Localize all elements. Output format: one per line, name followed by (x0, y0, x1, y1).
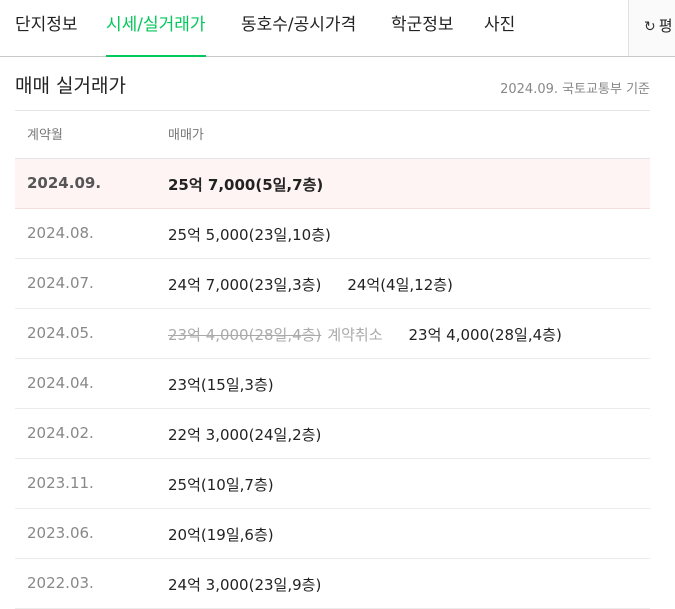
contract-month: 2024.02. (27, 424, 94, 442)
table-header: 계약월 매매가 (15, 111, 650, 159)
section-title: 매매 실거래가 (15, 75, 126, 97)
trade-price: 24억 7,000(23일,3층) (168, 276, 322, 294)
table-row: 2023.11. 25억(10일,7층) (15, 459, 650, 509)
trade-list: 22억 3,000(24일,2층) (168, 424, 347, 445)
table-row: 2024.09. 25억 7,000(5일,7층) (15, 159, 650, 209)
trade-list: 23억 4,000(28일,4층) 계약취소 23억 4,000(28일,4층) (168, 324, 588, 345)
trade-price: 23억 4,000(28일,4층) (408, 326, 562, 344)
contract-month: 2024.05. (27, 324, 94, 342)
contract-month: 2024.08. (27, 224, 94, 242)
trade-price: 25억 5,000(23일,10층) (168, 226, 331, 244)
trade-table: 계약월 매매가 2024.09. 25억 7,000(5일,7층) 2024.0… (15, 110, 650, 609)
trade-list: 25억(10일,7층) (168, 474, 300, 495)
contract-month: 2024.04. (27, 374, 94, 392)
trade-list: 25억 7,000(5일,7층) (168, 174, 349, 195)
header-price: 매매가 (168, 128, 204, 143)
contract-month: 2024.09. (27, 174, 102, 192)
header-month: 계약월 (27, 128, 63, 143)
trade-list: 23억(15일,3층) (168, 374, 300, 395)
table-row: 2023.06. 20억(19일,6층) (15, 509, 650, 559)
trade-list: 20억(19일,6층) (168, 524, 300, 545)
data-basis-note: 2024.09. 국토교통부 기준 (500, 82, 650, 97)
refresh-icon: ↻ (644, 19, 656, 35)
trade-price: 25억(10일,7층) (168, 476, 274, 494)
table-row: 2024.08. 25억 5,000(23일,10층) (15, 209, 650, 259)
top-tab-bar: 단지정보 시세/실거래가 동호수/공시가격 학군정보 사진 ↻ 평 (0, 0, 675, 57)
trade-list: 24억 3,000(23일,9층) (168, 574, 347, 595)
table-row: 2024.04. 23억(15일,3층) (15, 359, 650, 409)
table-row: 2024.02. 22억 3,000(24일,2층) (15, 409, 650, 459)
table-row: 2022.03. 24억 3,000(23일,9층) (15, 559, 650, 609)
table-row: 2024.05. 23억 4,000(28일,4층) 계약취소 23억 4,000(… (15, 309, 650, 359)
trade-price: 24억 3,000(23일,9층) (168, 576, 322, 594)
tab-photos[interactable]: 사진 (484, 0, 515, 56)
cancel-label: 계약취소 (327, 326, 383, 344)
tab-market-price[interactable]: 시세/실거래가 (106, 0, 206, 57)
contract-month: 2022.03. (27, 574, 94, 592)
trade-price: 24억(4일,12층) (347, 276, 453, 294)
pyeong-toggle-button[interactable]: ↻ 평 (628, 0, 675, 56)
tab-complex-info[interactable]: 단지정보 (15, 0, 78, 56)
contract-month: 2023.11. (27, 474, 94, 492)
contract-month: 2024.07. (27, 274, 94, 292)
trade-price: 22억 3,000(24일,2층) (168, 426, 322, 444)
canceled-trade-price: 23억 4,000(28일,4층) (168, 326, 322, 344)
tab-school-info[interactable]: 학군정보 (391, 0, 454, 56)
tab-unit-official-price[interactable]: 동호수/공시가격 (241, 0, 356, 56)
trade-price: 23억(15일,3층) (168, 376, 274, 394)
contract-month: 2023.06. (27, 524, 94, 542)
trade-price: 25억 7,000(5일,7층) (168, 176, 324, 194)
table-row: 2024.07. 24억 7,000(23일,3층) 24억(4일,12층) (15, 259, 650, 309)
trade-price: 20억(19일,6층) (168, 526, 274, 544)
trade-list: 24억 7,000(23일,3층) 24억(4일,12층) (168, 274, 479, 295)
pyeong-label: 평 (658, 17, 673, 35)
trade-list: 25억 5,000(23일,10층) (168, 224, 357, 245)
